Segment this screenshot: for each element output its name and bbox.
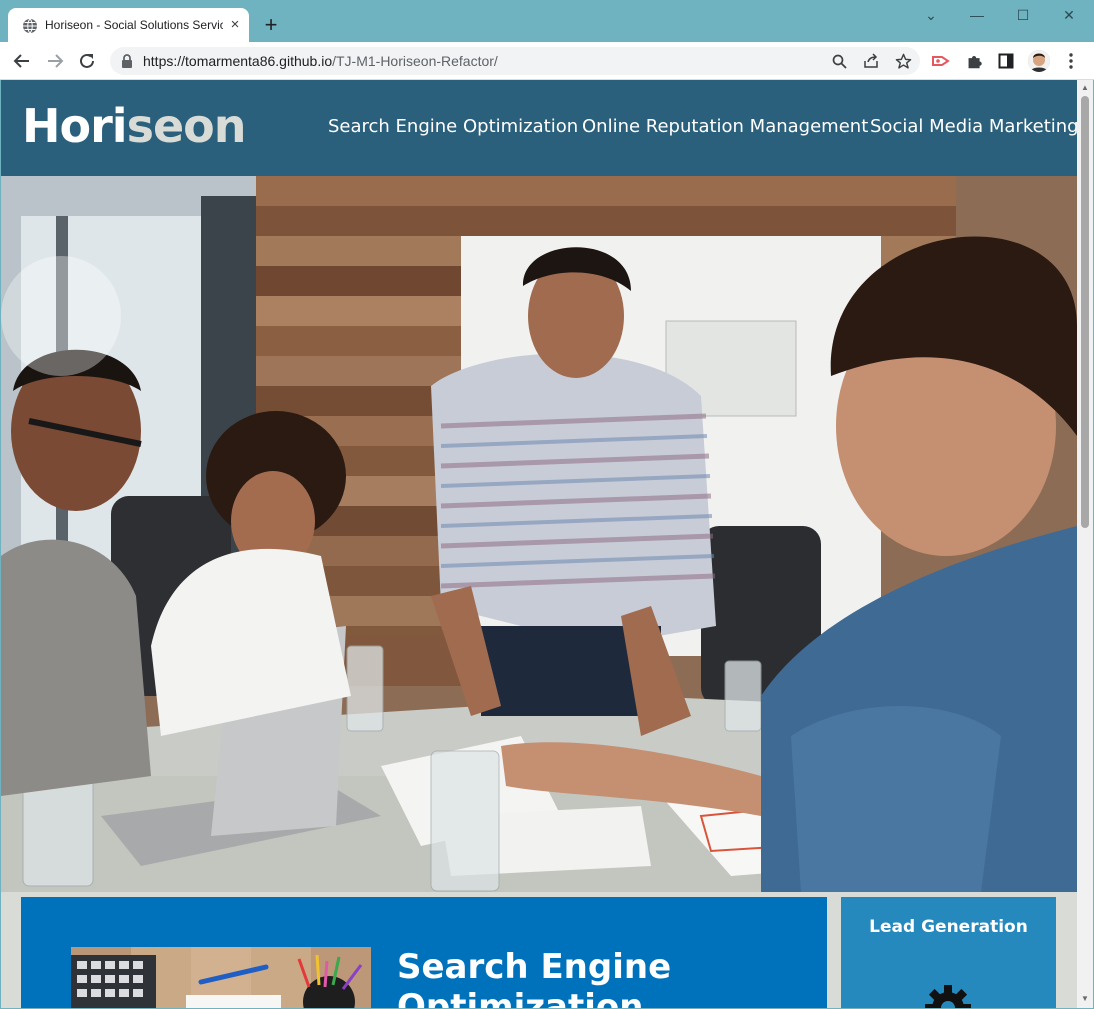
scroll-down-icon[interactable]: ▼ <box>1080 994 1090 1004</box>
reload-button[interactable] <box>74 48 100 74</box>
arrow-left-icon <box>13 54 29 68</box>
browser-toolbar: https://tomarmenta86.github.io/TJ-M1-Hor… <box>0 42 1094 80</box>
hero-image <box>1 176 1077 892</box>
tab-search-dropdown-icon[interactable]: ⌄ <box>908 0 954 30</box>
tab-title: Horiseon - Social Solutions Services <box>45 18 223 32</box>
scrollbar-thumb[interactable] <box>1081 96 1089 528</box>
extension-record-icon[interactable] <box>931 51 951 71</box>
close-window-button[interactable]: ✕ <box>1046 0 1092 30</box>
star-icon[interactable] <box>894 52 912 70</box>
site-logo[interactable]: Horiseon <box>22 99 246 153</box>
nav-online-reputation-management[interactable]: Online Reputation Management <box>582 116 868 137</box>
kebab-menu-icon[interactable] <box>1061 51 1081 71</box>
maximize-button[interactable]: ☐ <box>1000 0 1046 30</box>
url-host: https://tomarmenta86.github.io <box>143 53 333 69</box>
back-button[interactable] <box>9 48 35 74</box>
forward-button[interactable] <box>42 48 68 74</box>
seo-section-image <box>71 947 371 1008</box>
tab-strip: Horiseon - Social Solutions Services × +… <box>0 0 1094 42</box>
search-icon[interactable] <box>830 52 848 70</box>
reload-icon <box>80 53 94 68</box>
lead-generation-title: Lead Generation <box>869 917 1028 937</box>
url-path: /TJ-M1-Horiseon-Refactor/ <box>332 53 498 69</box>
lead-generation-card: Lead Generation <box>841 897 1056 1008</box>
scroll-up-icon[interactable]: ▲ <box>1080 83 1090 93</box>
browser-tab[interactable]: Horiseon - Social Solutions Services × <box>8 8 249 42</box>
profile-avatar[interactable] <box>1028 50 1050 72</box>
page-viewport: Horiseon Search Engine Optimization Onli… <box>1 80 1077 1008</box>
seo-section: Search Engine Optimization <box>21 897 827 1008</box>
tab-close-icon[interactable]: × <box>227 17 243 33</box>
nav-search-engine-optimization[interactable]: Search Engine Optimization <box>328 116 578 137</box>
share-icon[interactable] <box>862 52 880 70</box>
logo-main: Hori <box>22 99 128 153</box>
gear-icon <box>925 985 971 1008</box>
nav-social-media-marketing[interactable]: Social Media Marketing <box>870 116 1077 137</box>
globe-icon <box>23 18 37 34</box>
logo-accent: seon <box>126 99 247 153</box>
address-bar[interactable]: https://tomarmenta86.github.io/TJ-M1-Hor… <box>110 47 920 75</box>
side-panel-icon[interactable] <box>996 51 1016 71</box>
new-tab-button[interactable]: + <box>258 12 284 38</box>
site-header: Horiseon Search Engine Optimization Onli… <box>1 80 1077 176</box>
hero-photo-illustration <box>1 176 1077 892</box>
lock-icon <box>122 54 132 68</box>
desk-photo-illustration <box>71 947 371 1008</box>
puzzle-icon[interactable] <box>964 51 984 71</box>
seo-section-title: Search Engine Optimization <box>397 947 672 1008</box>
arrow-right-icon <box>48 54 64 68</box>
url-text: https://tomarmenta86.github.io/TJ-M1-Hor… <box>143 53 498 69</box>
page-scrollbar[interactable]: ▲ ▼ <box>1077 80 1093 1008</box>
browser-chrome: Horiseon - Social Solutions Services × +… <box>0 0 1094 80</box>
minimize-button[interactable]: — <box>954 0 1000 30</box>
